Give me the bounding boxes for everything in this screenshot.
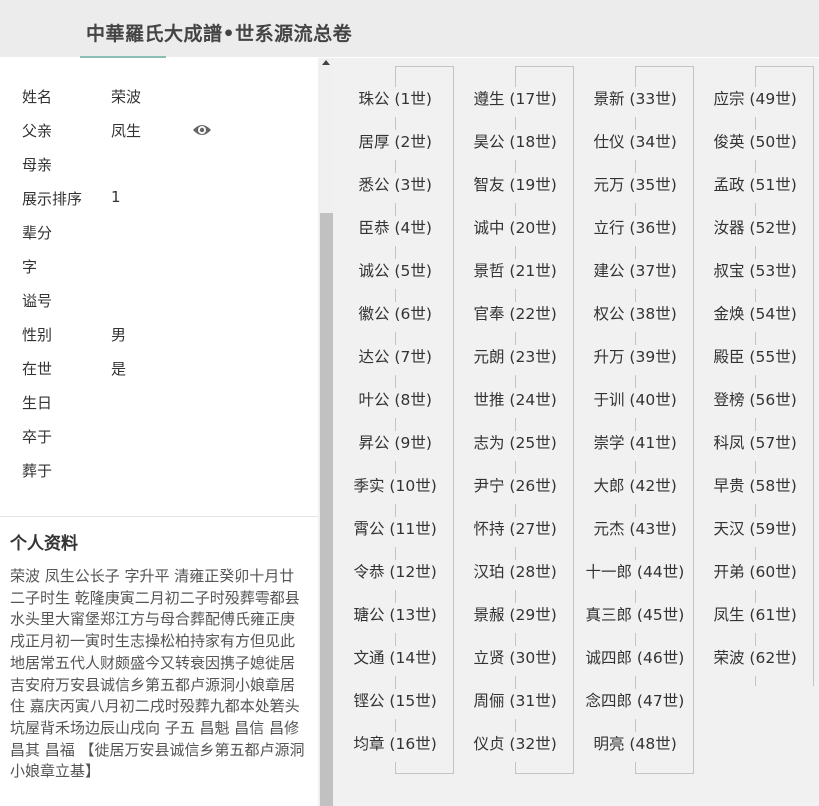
generation-item[interactable]: 建公 (37世) [591,259,679,289]
info-label: 母亲 [22,156,53,174]
generation-item[interactable]: 景赧 (29世) [471,603,559,633]
generation-item[interactable]: 元朗 (23世) [471,345,559,375]
scroll-up-arrow-icon[interactable] [322,60,330,65]
info-value: 男 [111,326,127,344]
generation-item[interactable]: 令恭 (12世) [351,560,439,590]
generation-item[interactable]: 升万 (39世) [591,345,679,375]
generation-item[interactable]: 尹宁 (26世) [471,474,559,504]
info-label: 展示排序 [22,190,83,208]
generation-item[interactable]: 诚公 (5世) [356,259,434,289]
generation-item[interactable]: 于训 (40世) [591,388,679,418]
generation-item[interactable]: 诚中 (20世) [471,216,559,246]
generation-item[interactable]: 徽公 (6世) [356,302,434,332]
generation-item[interactable]: 季实 (10世) [351,474,439,504]
generation-item[interactable]: 仕仪 (34世) [591,130,679,160]
generation-item[interactable]: 元杰 (43世) [591,517,679,547]
generation-item[interactable]: 铿公 (15世) [351,689,439,719]
info-label: 父亲 [22,122,53,140]
info-value: 1 [111,188,121,206]
generation-item[interactable]: 均章 (16世) [351,732,439,762]
generation-item[interactable]: 官奉 (22世) [471,302,559,332]
info-label: 辈分 [22,224,53,242]
generation-item[interactable]: 居厚 (2世) [356,130,434,160]
generation-item[interactable]: 孟政 (51世) [711,173,799,203]
info-label: 葬于 [22,462,53,480]
generation-item[interactable]: 昇公 (9世) [356,431,434,461]
generation-item[interactable]: 天汉 (59世) [711,517,799,547]
generation-item[interactable]: 立贤 (30世) [471,646,559,676]
generation-item[interactable]: 金焕 (54世) [711,302,799,332]
profile-title: 个人资料 [10,534,78,554]
generation-item[interactable]: 景新 (33世) [591,87,679,117]
generation-item[interactable]: 荣波 (62世) [711,646,799,676]
eye-icon[interactable] [192,122,212,138]
generation-item[interactable]: 达公 (7世) [356,345,434,375]
generation-item[interactable]: 开弟 (60世) [711,560,799,590]
generation-item[interactable]: 叶公 (8世) [356,388,434,418]
generation-item[interactable]: 智友 (19世) [471,173,559,203]
generation-item[interactable]: 崇学 (41世) [591,431,679,461]
generation-item[interactable]: 仪贞 (32世) [471,732,559,762]
generation-item[interactable]: 汉珀 (28世) [471,560,559,590]
generation-item[interactable]: 立行 (36世) [591,216,679,246]
info-value: 荣波 [111,88,142,106]
generation-item[interactable]: 应宗 (49世) [711,87,799,117]
info-value: 是 [111,360,127,378]
generation-item[interactable]: 遵生 (17世) [471,87,559,117]
generation-item[interactable]: 怀持 (27世) [471,517,559,547]
scrollbar-thumb[interactable] [320,213,333,806]
info-label: 在世 [22,360,53,378]
info-label: 谥号 [22,292,53,310]
info-label: 字 [22,258,38,276]
generation-item[interactable]: 登榜 (56世) [711,388,799,418]
generation-item[interactable]: 大郎 (42世) [591,474,679,504]
generation-item[interactable]: 瑭公 (13世) [351,603,439,633]
generation-item[interactable]: 早贵 (58世) [711,474,799,504]
info-label: 卒于 [22,428,53,446]
generation-item[interactable]: 叔宝 (53世) [711,259,799,289]
generation-item[interactable]: 真三郎 (45世) [583,603,687,633]
section-divider [0,516,318,517]
app-header: 中華羅氏大成譜•世系源流总卷 [0,0,819,58]
info-label: 性别 [22,326,53,344]
generation-item[interactable]: 诚四郎 (46世) [583,646,687,676]
profile-text: 荣波 凤生公长子 字升平 清雍正癸卯十月廿二子时生 乾隆庚寅二月初二子时殁葬雩都… [10,567,305,781]
generation-item[interactable]: 凤生 (61世) [711,603,799,633]
generation-item[interactable]: 十一郎 (44世) [583,560,687,590]
info-value: 凤生 [111,122,142,140]
generation-item[interactable]: 景哲 (21世) [471,259,559,289]
generation-item[interactable]: 俊英 (50世) [711,130,799,160]
generation-item[interactable]: 世推 (24世) [471,388,559,418]
generation-item[interactable]: 明亮 (48世) [591,732,679,762]
generation-item[interactable]: 珠公 (1世) [356,87,434,117]
generation-item[interactable]: 念四郎 (47世) [583,689,687,719]
generation-item[interactable]: 文通 (14世) [351,646,439,676]
generation-item[interactable]: 科凤 (57世) [711,431,799,461]
generation-item[interactable]: 志为 (25世) [471,431,559,461]
generation-item[interactable]: 霄公 (11世) [351,517,439,547]
generation-item[interactable]: 臣恭 (4世) [356,216,434,246]
generation-item[interactable]: 汝器 (52世) [711,216,799,246]
generation-item[interactable]: 元万 (35世) [591,173,679,203]
info-label: 生日 [22,394,53,412]
generation-item[interactable]: 悉公 (3世) [356,173,434,203]
info-label: 姓名 [22,88,53,106]
generation-item[interactable]: 昊公 (18世) [471,130,559,160]
page-title: 中華羅氏大成譜•世系源流总卷 [86,23,353,45]
generation-item[interactable]: 殿臣 (55世) [711,345,799,375]
generation-item[interactable]: 权公 (38世) [591,302,679,332]
generation-item[interactable]: 周俪 (31世) [471,689,559,719]
